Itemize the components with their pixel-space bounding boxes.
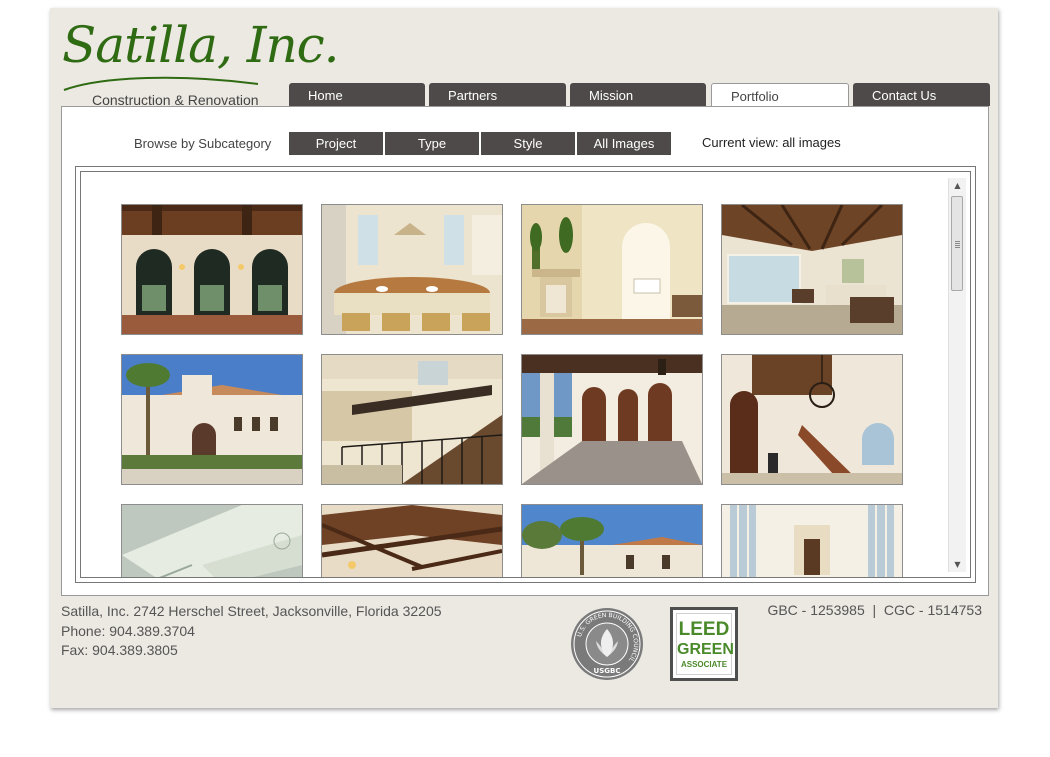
leed-badge-inner: LEED GREEN ASSOCIATE bbox=[676, 613, 734, 675]
photo-loggia bbox=[522, 355, 702, 484]
browse-label: Browse by Subcategory bbox=[134, 136, 272, 151]
contact-info: Satilla, Inc. 2742 Herschel Street, Jack… bbox=[61, 602, 442, 661]
license-numbers: GBC - 1253985 | CGC - 1514753 bbox=[767, 602, 982, 618]
photo-great-room bbox=[722, 205, 902, 334]
usgbc-seal-icon[interactable]: U.S. GREEN BUILDING COUNCIL USGBC bbox=[570, 607, 644, 681]
filter-type-button[interactable]: Type bbox=[385, 132, 479, 155]
gallery-thumbnail[interactable] bbox=[321, 504, 503, 577]
filter-all-images-button[interactable]: All Images bbox=[577, 132, 671, 155]
tab-portfolio[interactable]: Portfolio bbox=[711, 83, 849, 107]
photo-villa-palms bbox=[522, 505, 702, 577]
site-logo[interactable]: Satilla, Inc. Construction & Renovation bbox=[62, 16, 340, 108]
gallery-thumbnail[interactable] bbox=[721, 204, 903, 335]
usgbc-label: USGBC bbox=[594, 667, 621, 675]
leed-line-3: ASSOCIATE bbox=[680, 660, 728, 669]
photo-staircase-foyer bbox=[322, 355, 502, 484]
tab-mission[interactable]: Mission bbox=[570, 83, 706, 106]
gallery-thumbnail[interactable] bbox=[521, 504, 703, 577]
photo-kitchen bbox=[322, 205, 502, 334]
current-view-label: Current view: all images bbox=[702, 135, 841, 150]
footer-phone: Phone: 904.389.3704 bbox=[61, 622, 195, 639]
gallery-scrollbar[interactable]: ▲ ▼ bbox=[948, 178, 966, 572]
gallery-thumbnail[interactable] bbox=[721, 354, 903, 485]
scroll-up-arrow-icon[interactable]: ▲ bbox=[949, 178, 966, 193]
photo-ornate-ceiling bbox=[122, 505, 302, 577]
gallery-thumbnail[interactable] bbox=[321, 354, 503, 485]
photo-stair-hall bbox=[722, 355, 902, 484]
filter-project-button[interactable]: Project bbox=[289, 132, 383, 155]
footer-fax: Fax: 904.389.3805 bbox=[61, 642, 178, 658]
gallery-scroll-area[interactable]: ▲ ▼ bbox=[80, 171, 971, 578]
leed-line-2: GREEN bbox=[677, 641, 734, 658]
scrollbar-thumb[interactable] bbox=[951, 196, 963, 291]
leed-line-1: LEED bbox=[678, 619, 730, 640]
tab-partners[interactable]: Partners bbox=[429, 83, 566, 106]
grip-line bbox=[955, 245, 960, 246]
gallery-thumbnail[interactable] bbox=[121, 204, 303, 335]
footer-address: Satilla, Inc. 2742 Herschel Street, Jack… bbox=[61, 603, 442, 619]
leed-green-associate-badge[interactable]: LEED GREEN ASSOCIATE bbox=[670, 607, 738, 681]
site-container: Satilla, Inc. Construction & Renovation … bbox=[50, 8, 998, 708]
filter-style-button[interactable]: Style bbox=[481, 132, 575, 155]
logo-wordmark: Satilla, Inc. bbox=[62, 16, 340, 74]
photo-white-hallway bbox=[722, 505, 902, 577]
photo-timber-trusses bbox=[322, 505, 502, 577]
gallery-thumbnail[interactable] bbox=[521, 354, 703, 485]
gallery-thumbnail[interactable] bbox=[121, 354, 303, 485]
gallery-thumbnail[interactable] bbox=[721, 504, 903, 577]
gallery-thumbnail[interactable] bbox=[321, 204, 503, 335]
grip-line bbox=[955, 241, 960, 242]
gallery-thumbnail[interactable] bbox=[121, 504, 303, 577]
gallery-frame: ▲ ▼ bbox=[75, 166, 976, 583]
grip-line bbox=[955, 243, 960, 244]
gallery-thumbnail[interactable] bbox=[521, 204, 703, 335]
tab-contact-us[interactable]: Contact Us bbox=[853, 83, 990, 106]
photo-vaulted-hall bbox=[122, 205, 302, 334]
logo-swash-decoration bbox=[63, 76, 259, 91]
tab-home[interactable]: Home bbox=[289, 83, 425, 106]
grip-line bbox=[955, 247, 960, 248]
photo-villa-exterior bbox=[122, 355, 302, 484]
photo-living-room bbox=[522, 205, 702, 334]
scroll-down-arrow-icon[interactable]: ▼ bbox=[949, 557, 966, 572]
portfolio-panel: Browse by Subcategory Project Type Style… bbox=[61, 106, 989, 596]
